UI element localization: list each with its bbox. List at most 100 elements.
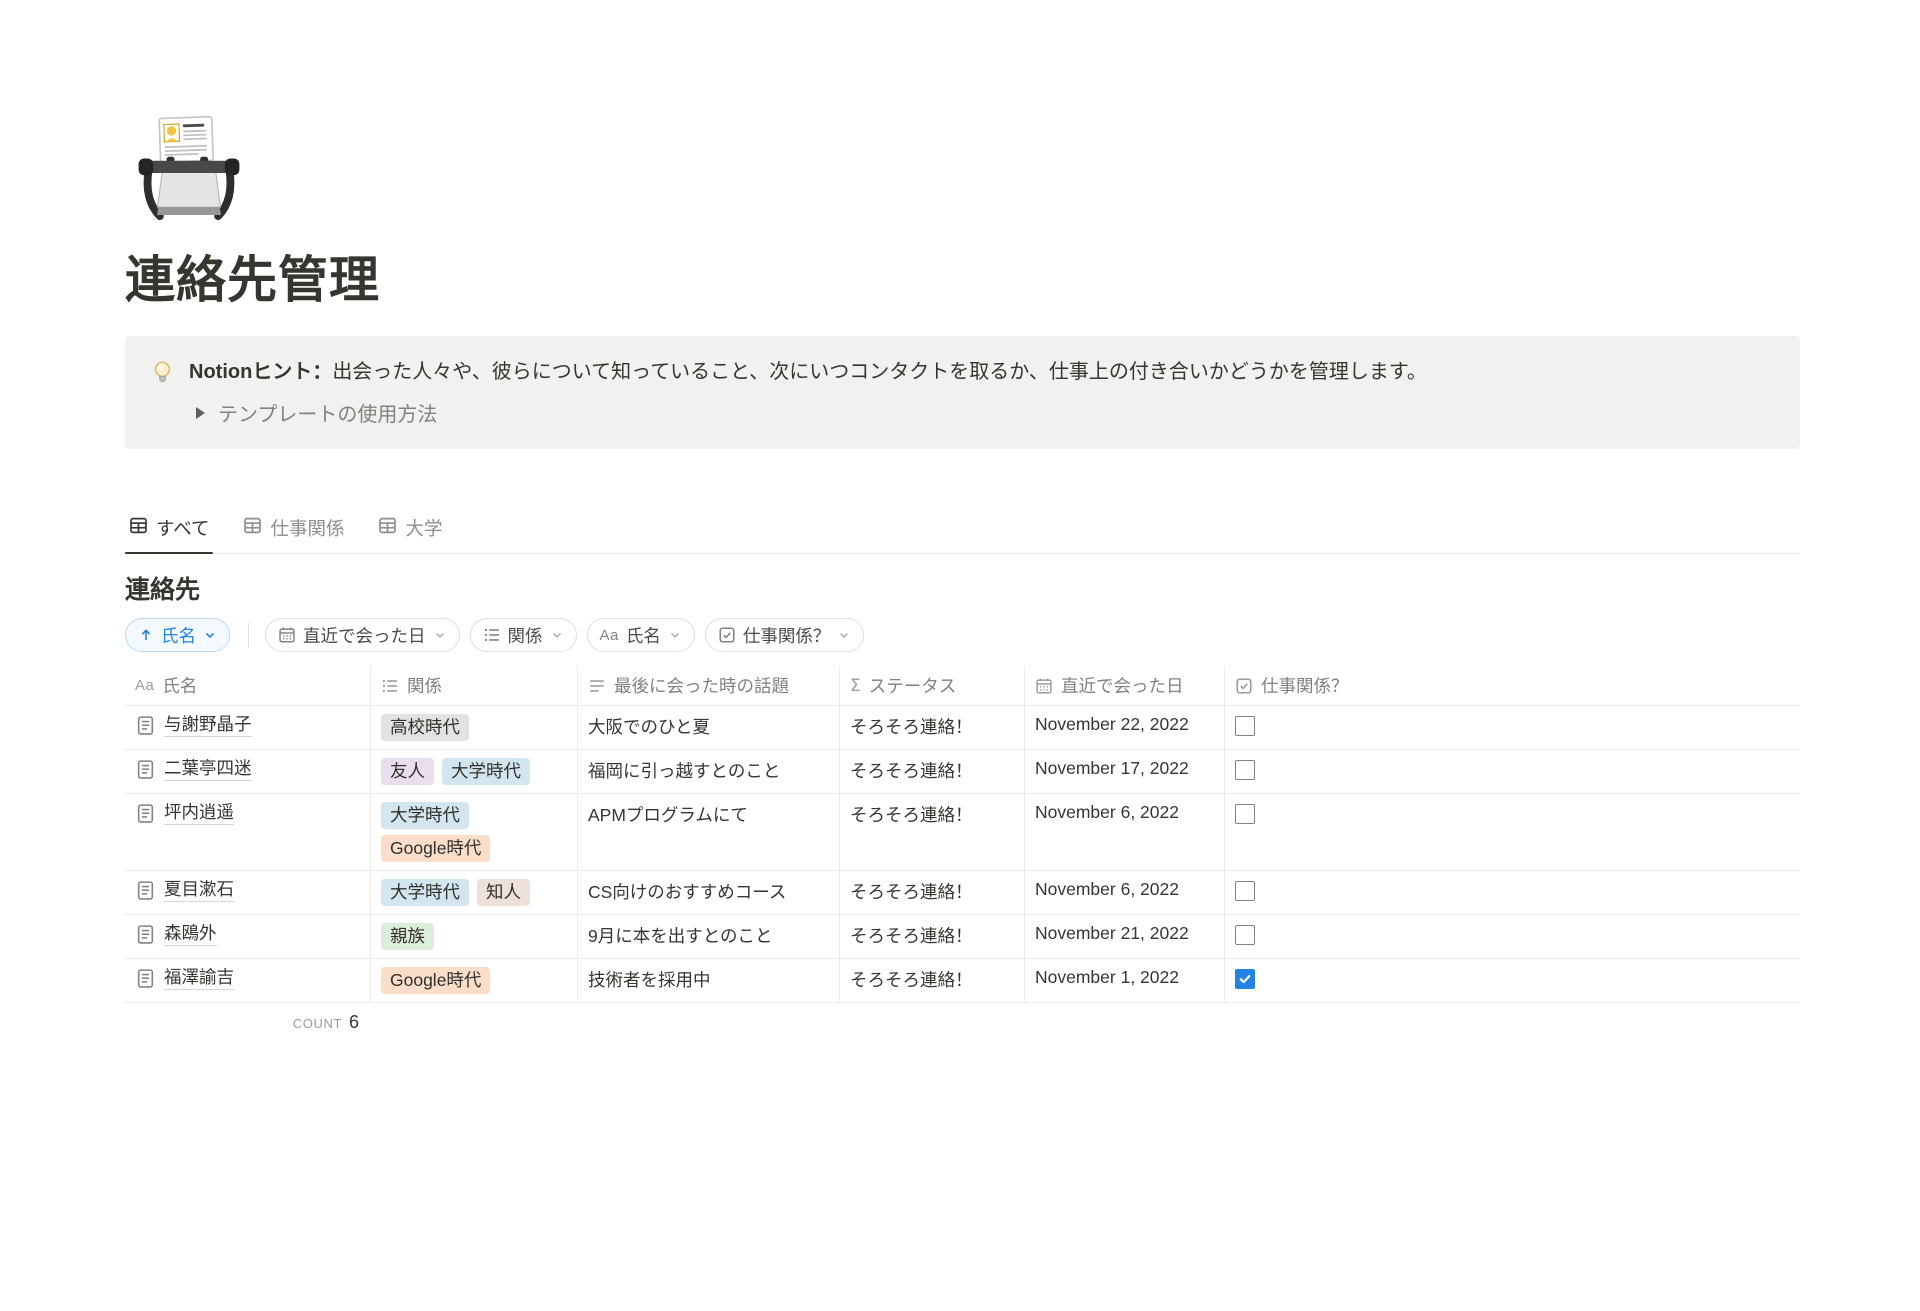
relation-cell[interactable]: 友人大学時代 (371, 750, 578, 793)
name-cell[interactable]: 福澤諭吉 (125, 959, 371, 1002)
template-usage-toggle[interactable]: テンプレートの使用方法 (196, 398, 1776, 427)
checkbox-icon (718, 626, 736, 644)
checkbox-unchecked[interactable] (1235, 925, 1255, 945)
toggle-label: テンプレートの使用方法 (218, 398, 437, 427)
date-cell[interactable]: November 6, 2022 (1025, 871, 1225, 914)
chevron-down-icon (837, 628, 851, 642)
status-cell[interactable]: そろそろ連絡！ (840, 915, 1025, 958)
count-label: COUNT (293, 1016, 342, 1031)
topic-cell[interactable]: 大阪でのひと夏 (578, 706, 840, 749)
work-relation-cell[interactable] (1225, 794, 1800, 870)
checkbox-checked[interactable] (1235, 969, 1255, 989)
status-cell[interactable]: そろそろ連絡！ (840, 706, 1025, 749)
topic-cell[interactable]: 9月に本を出すとのこと (578, 915, 840, 958)
checkbox-unchecked[interactable] (1235, 881, 1255, 901)
contacts-table: Aa氏名関係最後に会った時の話題Σステータス直近で会った日 仕事関係？ 与謝野晶子… (125, 666, 1800, 1042)
relation-cell[interactable]: 大学時代Google時代 (371, 794, 578, 870)
table-icon (129, 516, 148, 540)
date-cell[interactable]: November 1, 2022 (1025, 959, 1225, 1002)
contact-name[interactable]: 森鴎外 (164, 923, 217, 946)
date-cell[interactable]: November 17, 2022 (1025, 750, 1225, 793)
work-relation-cell[interactable] (1225, 706, 1800, 749)
text-icon (588, 677, 606, 695)
arrow-up-icon (138, 627, 154, 643)
checkbox-icon (1235, 677, 1253, 695)
topic-cell[interactable]: 福岡に引っ越すとのこと (578, 750, 840, 793)
work-relation-cell[interactable] (1225, 750, 1800, 793)
table-header-row: Aa氏名関係最後に会った時の話題Σステータス直近で会った日 仕事関係？ (125, 666, 1800, 706)
filter-bar: 氏名 直近で会った日 関係 Aa氏名 仕事関係？ (125, 618, 1800, 652)
checkbox-unchecked[interactable] (1235, 716, 1255, 736)
topic-cell[interactable]: CS向けのおすすめコース (578, 871, 840, 914)
chip-divider (248, 623, 249, 648)
collection-title: 連絡先 (125, 570, 1800, 606)
sort-chip-name[interactable]: 氏名 (125, 618, 230, 652)
checkbox-unchecked[interactable] (1235, 804, 1255, 824)
contact-name[interactable]: 福澤諭吉 (164, 967, 234, 990)
name-cell[interactable]: 二葉亭四迷 (125, 750, 371, 793)
filter-chip-name[interactable]: Aa氏名 (587, 618, 695, 652)
name-cell[interactable]: 与謝野晶子 (125, 706, 371, 749)
topic-cell-text: 福岡に引っ越すとのこと (588, 758, 780, 783)
column-header-3[interactable]: Σステータス (840, 666, 1025, 705)
topic-cell[interactable]: APMプログラムにて (578, 794, 840, 870)
tab-university[interactable]: 大学 (374, 507, 446, 553)
name-cell[interactable]: 森鴎外 (125, 915, 371, 958)
table-icon (243, 516, 262, 540)
page-emoji-card-index-icon[interactable] (133, 112, 245, 224)
checkbox-unchecked[interactable] (1235, 760, 1255, 780)
relation-tag: Google時代 (381, 835, 490, 862)
work-relation-cell[interactable] (1225, 959, 1800, 1002)
status-cell-text: そろそろ連絡！ (850, 967, 973, 992)
work-relation-cell[interactable] (1225, 915, 1800, 958)
date-cell[interactable]: November 6, 2022 (1025, 794, 1225, 870)
relation-cell[interactable]: Google時代 (371, 959, 578, 1002)
column-header-4[interactable]: 直近で会った日 (1025, 666, 1225, 705)
contact-name[interactable]: 坪内逍遥 (164, 802, 234, 825)
work-relation-cell[interactable] (1225, 871, 1800, 914)
filter-chip-work-relation[interactable]: 仕事関係？ (705, 618, 865, 652)
column-header-2[interactable]: 最後に会った時の話題 (578, 666, 840, 705)
table-row: 与謝野晶子 高校時代大阪でのひと夏そろそろ連絡！November 22, 2022 (125, 706, 1800, 750)
view-tabs: すべて 仕事関係大学 (125, 507, 1800, 554)
filter-chip-label: 関係 (508, 623, 543, 648)
relation-tag: 大学時代 (381, 879, 469, 906)
aa-icon: Aa (135, 677, 154, 694)
date-cell[interactable]: November 21, 2022 (1025, 915, 1225, 958)
contact-name[interactable]: 夏目漱石 (164, 879, 234, 902)
column-header-label: 仕事関係？ (1261, 673, 1349, 698)
table-icon (378, 516, 397, 540)
contact-name[interactable]: 与謝野晶子 (164, 714, 252, 737)
status-cell[interactable]: そろそろ連絡！ (840, 959, 1025, 1002)
filter-chip-label: 仕事関係？ (743, 623, 831, 648)
topic-cell[interactable]: 技術者を採用中 (578, 959, 840, 1002)
toggle-triangle-icon (196, 407, 205, 419)
table-row: 夏目漱石 大学時代知人CS向けのおすすめコースそろそろ連絡！November 6,… (125, 871, 1800, 915)
column-header-label: ステータス (869, 673, 957, 698)
name-cell[interactable]: 夏目漱石 (125, 871, 371, 914)
column-header-1[interactable]: 関係 (371, 666, 578, 705)
tab-all[interactable]: すべて (125, 507, 213, 553)
count-value: 6 (349, 1012, 359, 1033)
contact-name[interactable]: 二葉亭四迷 (164, 758, 252, 781)
tab-label: すべて (156, 515, 209, 541)
filter-chip-relation[interactable]: 関係 (470, 618, 577, 652)
name-cell[interactable]: 坪内逍遥 (125, 794, 371, 870)
relation-cell[interactable]: 親族 (371, 915, 578, 958)
status-cell[interactable]: そろそろ連絡！ (840, 794, 1025, 870)
column-header-0[interactable]: Aa氏名 (125, 666, 371, 705)
date-cell-text: November 1, 2022 (1035, 967, 1179, 988)
status-cell-text: そろそろ連絡！ (850, 923, 973, 948)
filter-chip-last-met-date[interactable]: 直近で会った日 (265, 618, 460, 652)
count-footer[interactable]: COUNT 6 (125, 1003, 371, 1042)
tab-work[interactable]: 仕事関係 (239, 507, 348, 553)
status-cell[interactable]: そろそろ連絡！ (840, 871, 1025, 914)
status-cell[interactable]: そろそろ連絡！ (840, 750, 1025, 793)
document-icon (135, 879, 156, 901)
relation-cell[interactable]: 大学時代知人 (371, 871, 578, 914)
column-header-5[interactable]: 仕事関係？ (1225, 666, 1800, 705)
sort-chip-label: 氏名 (161, 623, 196, 648)
relation-cell[interactable]: 高校時代 (371, 706, 578, 749)
document-icon (135, 802, 156, 824)
date-cell[interactable]: November 22, 2022 (1025, 706, 1225, 749)
